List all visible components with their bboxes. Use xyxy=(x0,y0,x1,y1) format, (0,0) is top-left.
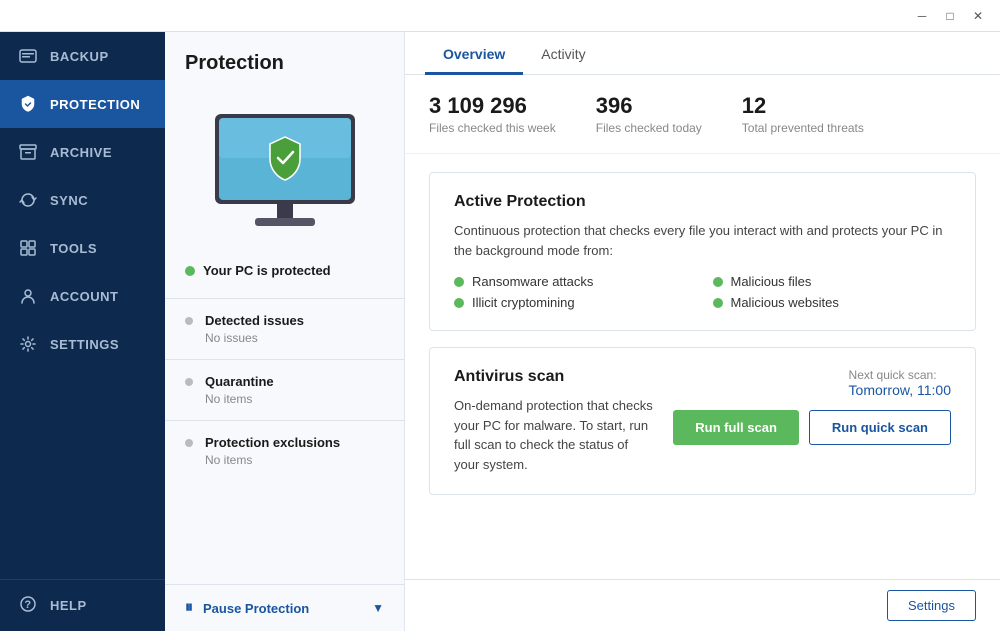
sidebar-item-help[interactable]: ? HELP xyxy=(0,579,165,631)
quarantine-sub: No items xyxy=(205,392,384,406)
left-panel: Protection xyxy=(165,32,405,631)
tab-overview[interactable]: Overview xyxy=(425,32,523,74)
cryptomining-label: Illicit cryptomining xyxy=(472,295,575,310)
detected-issues-sub: No issues xyxy=(205,331,384,345)
sidebar-help-label: HELP xyxy=(50,598,87,613)
sidebar-settings-label: SETTINGS xyxy=(50,337,119,352)
run-quick-scan-button[interactable]: Run quick scan xyxy=(809,410,951,445)
ransomware-dot xyxy=(454,277,464,287)
sync-icon xyxy=(18,190,38,210)
sidebar-archive-label: ARCHIVE xyxy=(50,145,112,160)
main-panel: Protection xyxy=(165,32,1000,631)
exclusions-sub: No items xyxy=(205,453,384,467)
antivirus-scan-desc: On-demand protection that checks your PC… xyxy=(454,396,653,474)
minimize-button[interactable]: ─ xyxy=(908,2,936,30)
bottom-bar: Settings xyxy=(405,579,1000,631)
feature-ransomware: Ransomware attacks xyxy=(454,274,693,289)
settings-button[interactable]: Settings xyxy=(887,590,976,621)
pause-protection-button[interactable]: ⏸ Pause Protection ▼ xyxy=(165,584,404,631)
exclusions-dot xyxy=(185,439,193,447)
tools-icon xyxy=(18,238,38,258)
maximize-button[interactable]: □ xyxy=(936,2,964,30)
protection-exclusions-section[interactable]: Protection exclusions No items xyxy=(165,421,404,481)
archive-icon xyxy=(18,142,38,162)
sidebar: BACKUP PROTECTION ARCHIVE xyxy=(0,32,165,631)
help-icon: ? xyxy=(18,594,38,617)
sidebar-backup-label: BACKUP xyxy=(50,49,109,64)
stat-files-today: 396 Files checked today xyxy=(596,93,742,135)
stat-files-week-value: 3 109 296 xyxy=(429,93,556,119)
features-grid: Ransomware attacks Malicious files Illic… xyxy=(454,274,951,310)
sidebar-protection-label: PROTECTION xyxy=(50,97,140,112)
pause-label: Pause Protection xyxy=(203,601,309,616)
stat-prevented-value: 12 xyxy=(742,93,864,119)
cryptomining-dot xyxy=(454,298,464,308)
sidebar-item-sync[interactable]: SYNC xyxy=(0,176,165,224)
stat-files-today-label: Files checked today xyxy=(596,121,702,135)
feature-malicious-files: Malicious files xyxy=(713,274,952,289)
sidebar-item-archive[interactable]: ARCHIVE xyxy=(0,128,165,176)
sidebar-item-backup[interactable]: BACKUP xyxy=(0,32,165,80)
quarantine-title: Quarantine xyxy=(205,374,274,389)
stat-prevented-label: Total prevented threats xyxy=(742,121,864,135)
svg-text:?: ? xyxy=(24,599,31,611)
active-protection-title: Active Protection xyxy=(454,193,951,211)
antivirus-scan-title: Antivirus scan xyxy=(454,368,653,386)
sidebar-item-account[interactable]: ACCOUNT xyxy=(0,272,165,320)
quarantine-section[interactable]: Quarantine No items xyxy=(165,360,404,420)
next-scan-label: Next quick scan: xyxy=(849,368,951,382)
app-body: BACKUP PROTECTION ARCHIVE xyxy=(0,32,1000,631)
scan-left: Antivirus scan On-demand protection that… xyxy=(454,368,653,474)
feature-cryptomining: Illicit cryptomining xyxy=(454,295,693,310)
pause-icon: ⏸ xyxy=(185,599,193,617)
stat-files-today-value: 396 xyxy=(596,93,702,119)
stat-files-week: 3 109 296 Files checked this week xyxy=(429,93,596,135)
right-panel: Overview Activity 3 109 296 Files checke… xyxy=(405,32,1000,631)
tabs-bar: Overview Activity xyxy=(405,32,1000,75)
next-scan-info: Next quick scan: Tomorrow, 11:00 xyxy=(849,368,951,398)
detected-issues-title: Detected issues xyxy=(205,313,304,328)
run-full-scan-button[interactable]: Run full scan xyxy=(673,410,799,445)
malicious-files-dot xyxy=(713,277,723,287)
feature-malicious-websites: Malicious websites xyxy=(713,295,952,310)
detected-issues-section[interactable]: Detected issues No issues xyxy=(165,299,404,359)
stats-row: 3 109 296 Files checked this week 396 Fi… xyxy=(405,75,1000,154)
sidebar-account-label: ACCOUNT xyxy=(50,289,119,304)
sidebar-item-settings[interactable]: SETTINGS xyxy=(0,320,165,368)
scan-right: Next quick scan: Tomorrow, 11:00 Run ful… xyxy=(673,368,951,445)
active-protection-card: Active Protection Continuous protection … xyxy=(429,172,976,331)
shield-icon xyxy=(18,94,38,114)
malicious-files-label: Malicious files xyxy=(731,274,812,289)
malicious-websites-label: Malicious websites xyxy=(731,295,839,310)
stat-prevented: 12 Total prevented threats xyxy=(742,93,904,135)
quarantine-dot xyxy=(185,378,193,386)
sidebar-item-protection[interactable]: PROTECTION xyxy=(0,80,165,128)
active-protection-desc: Continuous protection that checks every … xyxy=(454,221,951,260)
gear-icon xyxy=(18,334,38,354)
pause-chevron-icon: ▼ xyxy=(372,601,384,615)
ransomware-label: Ransomware attacks xyxy=(472,274,593,289)
close-button[interactable]: ✕ xyxy=(964,2,992,30)
stat-files-week-label: Files checked this week xyxy=(429,121,556,135)
status-dot xyxy=(185,266,195,276)
title-bar: ─ □ ✕ xyxy=(0,0,1000,32)
page-title: Protection xyxy=(165,32,404,79)
malicious-websites-dot xyxy=(713,298,723,308)
sidebar-tools-label: TOOLS xyxy=(50,241,97,256)
scan-buttons: Run full scan Run quick scan xyxy=(673,410,951,445)
next-scan-time: Tomorrow, 11:00 xyxy=(849,382,951,398)
tab-activity[interactable]: Activity xyxy=(523,32,603,74)
pc-status: Your PC is protected xyxy=(165,259,404,298)
sidebar-sync-label: SYNC xyxy=(50,193,88,208)
exclusions-title: Protection exclusions xyxy=(205,435,340,450)
backup-icon xyxy=(18,46,38,66)
monitor-illustration xyxy=(165,79,404,259)
person-icon xyxy=(18,286,38,306)
sidebar-item-tools[interactable]: TOOLS xyxy=(0,224,165,272)
antivirus-scan-card: Antivirus scan On-demand protection that… xyxy=(429,347,976,495)
content-area: Active Protection Continuous protection … xyxy=(405,154,1000,579)
detected-issues-dot xyxy=(185,317,193,325)
